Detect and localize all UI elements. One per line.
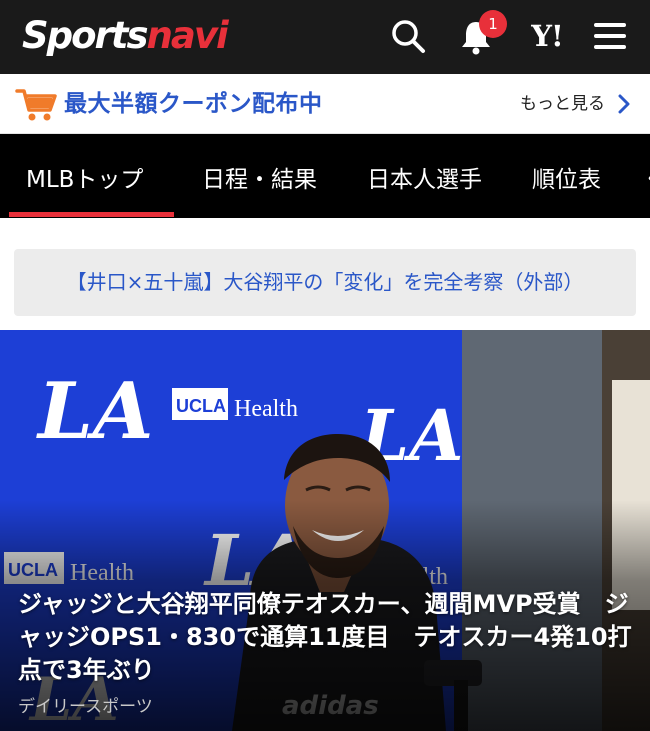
coupon-banner[interactable]: 最大半額クーポン配布中 もっと見る [0,74,650,134]
top-header: Sportsnavi 1 Y! [0,0,650,74]
logo-navi-text: navi [146,14,229,57]
notification-badge: 1 [479,10,507,38]
yahoo-icon[interactable]: Y! [522,16,572,56]
coupon-title[interactable]: 最大半額クーポン配布中 [64,88,323,120]
feature-notice[interactable]: 【井口×五十嵐】大谷翔平の「変化」を完全考察（外部） [14,249,636,316]
tab-mlb-top[interactable]: MLBトップ [26,134,143,218]
hero-headline[interactable]: ジャッジと大谷翔平同僚テオスカー、週間MVP受賞 ジャッジOPS1・830で通算… [18,588,638,687]
la-logo-1: LA [36,366,153,457]
chevron-right-icon[interactable] [614,94,634,114]
logo-sports-text: Sports [22,14,149,57]
ucla-badge-1: UCLA [176,396,226,416]
see-more-link[interactable]: もっと見る [520,92,605,116]
sportsnavi-logo[interactable]: Sportsnavi [22,14,229,58]
menu-icon[interactable] [590,16,630,56]
hero-article[interactable]: LA LA LA LA UCLA Health UCLA Health Heal… [0,330,650,731]
hero-source: デイリースポーツ [18,697,153,717]
feature-notice-link[interactable]: 【井口×五十嵐】大谷翔平の「変化」を完全考察（外部） [14,249,636,316]
active-tab-indicator [9,212,174,217]
cart-icon [14,86,58,122]
tab-standings[interactable]: 順位表 [532,134,601,218]
tab-schedule-results[interactable]: 日程・結果 [202,134,317,218]
tab-japanese-players[interactable]: 日本人選手 [367,134,482,218]
ucla-health-1: Health [234,396,298,422]
mlb-tab-bar: MLBトップ 日程・結果 日本人選手 順位表 く [0,134,650,218]
search-icon[interactable] [388,16,428,56]
tab-more-partial[interactable]: く [644,134,650,218]
